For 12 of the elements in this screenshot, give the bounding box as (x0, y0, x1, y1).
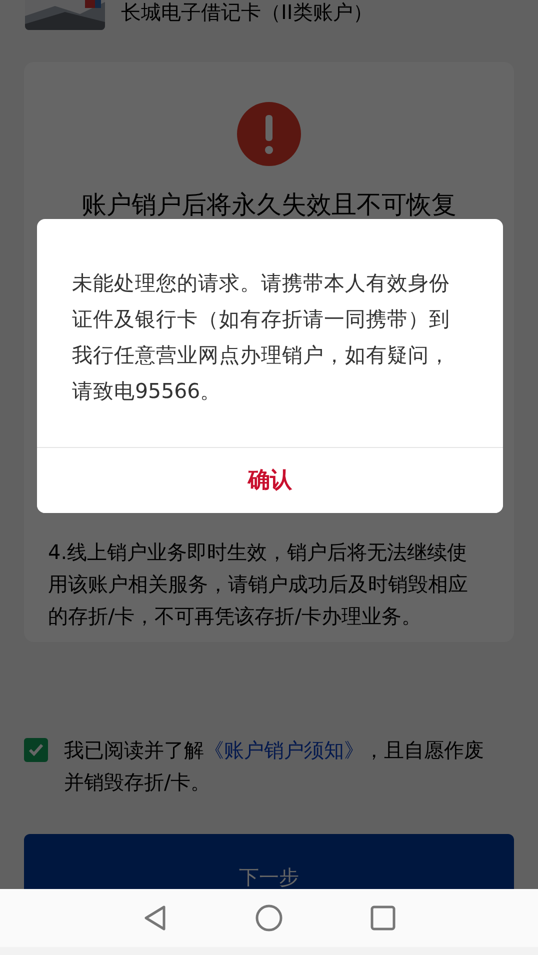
checkbox[interactable] (24, 738, 48, 762)
recents-button[interactable] (368, 903, 398, 933)
warning-icon (237, 102, 301, 166)
confirm-button[interactable]: 确认 (37, 447, 503, 513)
agreement-text: 我已阅读并了解《账户销户须知》，且自愿作废并销毁存折/卡。 (64, 737, 485, 796)
notice-title: 账户销户后将永久失效且不可恢复 (80, 189, 458, 221)
account-name: 长城电子借记卡（II类账户） (121, 0, 373, 26)
checkmark-icon (28, 743, 44, 757)
dialog-message: 未能处理您的请求。请携带本人有效身份证件及银行卡（如有存折请一同携带）到我行任意营业网点办理销户，如有疑问，请致电95566。 (71, 270, 451, 405)
notice-link[interactable]: 《账户销户须知》 (204, 738, 364, 762)
notice-text: 4.线上销户业务即时生效，销户后将无法继续使用该账户相关服务，请销户成功后及时销毁相应的存折/卡，不可再凭该存折/卡办理业务。 (48, 538, 469, 630)
home-button[interactable] (254, 903, 284, 933)
